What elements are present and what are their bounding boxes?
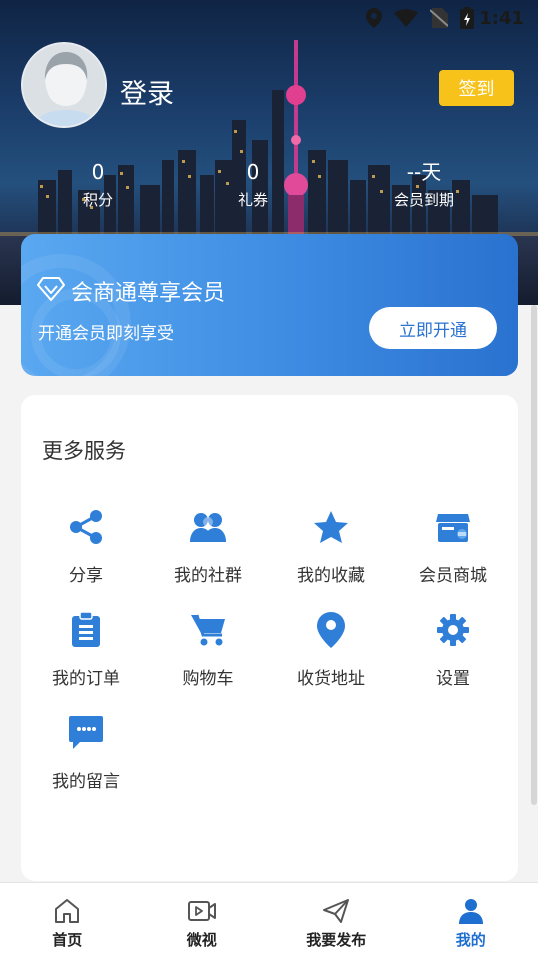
service-favorites-label: 我的收藏 [297, 566, 365, 586]
service-share-label: 分享 [69, 566, 103, 586]
store-icon [436, 514, 470, 542]
location-status-icon [366, 8, 382, 28]
service-my-messages[interactable]: 我的留言 [24, 713, 148, 792]
open-membership-button[interactable]: 立即开通 [369, 307, 497, 349]
nav-tab-mine[interactable]: 我的 [404, 883, 538, 958]
membership-expiry-value: --天 [406, 160, 442, 184]
service-my-orders-label: 我的订单 [52, 669, 120, 689]
status-icons [366, 7, 474, 29]
nav-tab-publish[interactable]: 我要发布 [269, 883, 404, 958]
group-icon [190, 513, 226, 542]
service-member-mall-label: 会员商城 [419, 566, 487, 586]
clipboard-icon [72, 612, 100, 647]
nav-tab-video-label: 微视 [186, 931, 217, 949]
service-shipping-address[interactable]: 收货地址 [269, 610, 393, 689]
more-services-card: 更多服务 分享 我的社群 我的收藏 会员商城 我的订单 购物车 收货地址 设置 … [21, 395, 518, 881]
service-my-messages-label: 我的留言 [52, 772, 120, 792]
service-my-groups[interactable]: 我的社群 [146, 507, 270, 586]
nav-tab-home[interactable]: 首页 [0, 883, 135, 958]
nav-tab-mine-label: 我的 [455, 931, 486, 949]
person-icon [458, 899, 483, 924]
service-member-mall[interactable]: 会员商城 [391, 507, 515, 586]
service-shipping-address-label: 收货地址 [297, 669, 365, 689]
service-cart-label: 购物车 [182, 669, 234, 689]
bottom-navigation: 首页 微视 我要发布 我的 [0, 882, 538, 958]
membership-expiry-stat[interactable]: --天 会员到期 [384, 160, 464, 210]
service-settings[interactable]: 设置 [391, 610, 515, 689]
signin-button[interactable]: 签到 [439, 70, 514, 106]
gear-icon [437, 614, 469, 646]
points-value: 0 [91, 160, 105, 184]
service-favorites[interactable]: 我的收藏 [269, 507, 393, 586]
status-time: 1:41 [479, 8, 524, 29]
service-my-orders[interactable]: 我的订单 [24, 610, 148, 689]
diamond-icon [37, 277, 65, 301]
service-settings-label: 设置 [436, 669, 470, 689]
cart-icon [191, 614, 225, 646]
points-stat[interactable]: 0 积分 [74, 160, 122, 210]
points-label: 积分 [82, 191, 113, 209]
nav-tab-publish-label: 我要发布 [306, 931, 367, 949]
nav-tab-video[interactable]: 微视 [135, 883, 270, 958]
location-pin-icon [317, 612, 345, 648]
nav-tab-home-label: 首页 [52, 931, 83, 949]
avatar[interactable] [21, 42, 107, 128]
star-icon [314, 511, 348, 543]
default-avatar-icon [23, 44, 105, 126]
service-cart[interactable]: 购物车 [146, 610, 270, 689]
membership-title: 会商通尊享会员 [71, 281, 226, 306]
coupons-value: 0 [246, 160, 260, 184]
no-sim-icon [430, 8, 448, 28]
coupons-stat[interactable]: 0 礼券 [229, 160, 277, 210]
membership-card[interactable]: 会商通尊享会员 开通会员即刻享受 立即开通 [21, 234, 518, 376]
scrollbar[interactable] [531, 305, 537, 805]
services-title: 更多服务 [42, 439, 126, 463]
message-icon [69, 716, 103, 749]
share-icon [70, 510, 102, 544]
battery-icon [460, 7, 474, 29]
wifi-icon [394, 9, 418, 27]
service-share[interactable]: 分享 [24, 507, 148, 586]
membership-expiry-label: 会员到期 [393, 191, 454, 209]
coupons-label: 礼券 [237, 191, 268, 209]
status-bar: 1:41 [0, 0, 538, 36]
send-icon [323, 899, 350, 923]
video-icon [187, 901, 216, 921]
login-link[interactable]: 登录 [120, 72, 174, 111]
home-icon [55, 899, 80, 923]
membership-subtitle: 开通会员即刻享受 [38, 324, 174, 344]
service-my-groups-label: 我的社群 [174, 566, 242, 586]
